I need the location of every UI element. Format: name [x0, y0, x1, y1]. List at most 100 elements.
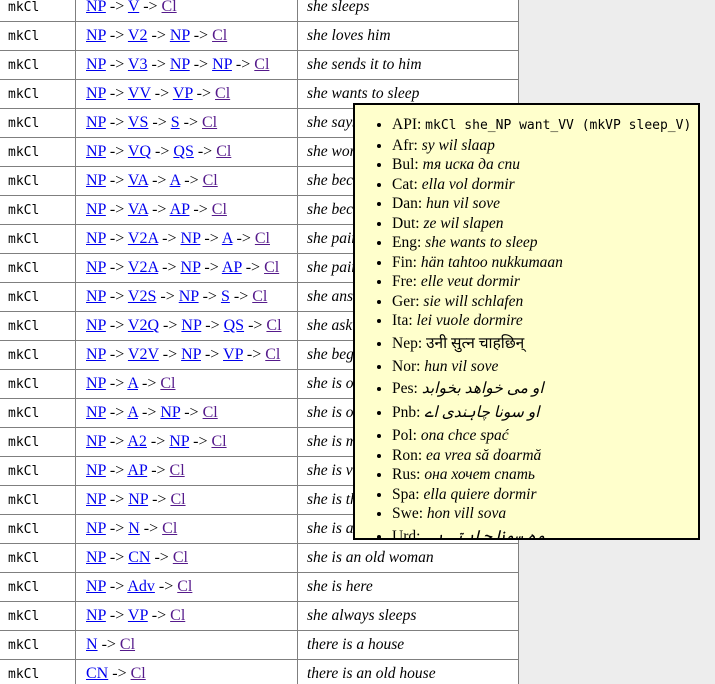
category-link-np[interactable]: NP — [169, 433, 189, 450]
arrow-separator: -> — [243, 346, 265, 363]
example-text[interactable]: she loves him — [298, 22, 519, 51]
category-link-cl[interactable]: Cl — [212, 27, 227, 44]
category-link-cl[interactable]: Cl — [162, 520, 177, 537]
category-link-cl[interactable]: Cl — [215, 85, 230, 102]
category-link-cl[interactable]: Cl — [162, 0, 177, 15]
category-link-v2v[interactable]: V2V — [128, 346, 159, 363]
category-link-cl[interactable]: Cl — [170, 491, 185, 508]
category-link-np[interactable]: NP — [181, 259, 201, 276]
category-link-qs[interactable]: QS — [224, 317, 244, 334]
category-link-cn[interactable]: CN — [86, 665, 108, 682]
category-link-np[interactable]: NP — [86, 201, 106, 218]
example-text[interactable]: there is a house — [298, 631, 519, 660]
category-link-np[interactable]: NP — [86, 288, 106, 305]
category-link-vs[interactable]: VS — [128, 114, 148, 131]
category-link-np[interactable]: NP — [181, 346, 201, 363]
category-link-np[interactable]: NP — [86, 520, 106, 537]
category-link-n[interactable]: N — [128, 520, 140, 537]
category-link-v3[interactable]: V3 — [128, 56, 148, 73]
category-link-np[interactable]: NP — [181, 317, 201, 334]
category-link-cl[interactable]: Cl — [170, 462, 185, 479]
category-link-np[interactable]: NP — [86, 56, 106, 73]
category-link-cl[interactable]: Cl — [216, 143, 231, 160]
category-link-vp[interactable]: VP — [223, 346, 243, 363]
category-link-np[interactable]: NP — [86, 607, 106, 624]
category-link-vv[interactable]: VV — [128, 85, 151, 102]
category-link-cl[interactable]: Cl — [264, 259, 279, 276]
category-link-cn[interactable]: CN — [128, 549, 150, 566]
example-text[interactable]: she is here — [298, 573, 519, 602]
category-link-np[interactable]: NP — [86, 259, 106, 276]
category-link-np[interactable]: NP — [86, 317, 106, 334]
category-link-cl[interactable]: Cl — [203, 172, 218, 189]
example-text[interactable]: she is an old woman — [298, 544, 519, 573]
category-link-v[interactable]: V — [128, 0, 139, 15]
category-link-ap[interactable]: AP — [222, 259, 242, 276]
category-link-v2[interactable]: V2 — [128, 27, 148, 44]
category-link-np[interactable]: NP — [86, 433, 106, 450]
category-link-cl[interactable]: Cl — [265, 346, 280, 363]
category-link-np[interactable]: NP — [86, 404, 106, 421]
category-link-np[interactable]: NP — [212, 56, 232, 73]
example-text[interactable]: there is an old house — [298, 660, 519, 684]
category-link-cl[interactable]: Cl — [160, 375, 175, 392]
category-link-cl[interactable]: Cl — [177, 578, 192, 595]
category-link-cl[interactable]: Cl — [173, 549, 188, 566]
category-link-cl[interactable]: Cl — [254, 56, 269, 73]
category-link-a[interactable]: A — [222, 230, 233, 247]
category-link-np[interactable]: NP — [86, 172, 106, 189]
category-link-cl[interactable]: Cl — [255, 230, 270, 247]
category-link-ap[interactable]: AP — [127, 462, 147, 479]
category-link-qs[interactable]: QS — [173, 143, 193, 160]
category-link-np[interactable]: NP — [86, 578, 106, 595]
category-link-np[interactable]: NP — [160, 404, 180, 421]
category-link-a[interactable]: A — [170, 172, 181, 189]
category-link-v2q[interactable]: V2Q — [128, 317, 159, 334]
category-link-np[interactable]: NP — [181, 230, 201, 247]
category-link-cl[interactable]: Cl — [202, 114, 217, 131]
example-text[interactable]: she sends it to him — [298, 51, 519, 80]
example-text[interactable]: she always sleeps — [298, 602, 519, 631]
example-text[interactable]: she sleeps — [298, 0, 519, 22]
category-link-np[interactable]: NP — [86, 549, 106, 566]
category-link-np[interactable]: NP — [86, 375, 106, 392]
category-link-a[interactable]: A — [127, 375, 138, 392]
category-link-np[interactable]: NP — [86, 85, 106, 102]
category-link-cl[interactable]: Cl — [203, 404, 218, 421]
category-link-np[interactable]: NP — [170, 27, 190, 44]
category-link-va[interactable]: VA — [128, 172, 148, 189]
category-link-np[interactable]: NP — [179, 288, 199, 305]
category-link-a2[interactable]: A2 — [127, 433, 147, 450]
category-link-s[interactable]: S — [171, 114, 180, 131]
category-link-s[interactable]: S — [221, 288, 230, 305]
category-link-a[interactable]: A — [127, 404, 138, 421]
category-link-np[interactable]: NP — [86, 491, 106, 508]
type-signature: NP -> CN -> Cl — [76, 544, 298, 573]
category-link-vq[interactable]: VQ — [128, 143, 151, 160]
category-link-v2a[interactable]: V2A — [128, 259, 158, 276]
category-link-cl[interactable]: Cl — [212, 201, 227, 218]
category-link-v2s[interactable]: V2S — [128, 288, 156, 305]
category-link-va[interactable]: VA — [128, 201, 148, 218]
category-link-cl[interactable]: Cl — [131, 665, 146, 682]
category-link-np[interactable]: NP — [86, 0, 106, 15]
category-link-np[interactable]: NP — [170, 56, 190, 73]
category-link-np[interactable]: NP — [86, 114, 106, 131]
category-link-cl[interactable]: Cl — [170, 607, 185, 624]
category-link-v2a[interactable]: V2A — [128, 230, 158, 247]
category-link-n[interactable]: N — [86, 636, 98, 653]
category-link-ap[interactable]: AP — [170, 201, 190, 218]
category-link-vp[interactable]: VP — [173, 85, 193, 102]
category-link-np[interactable]: NP — [86, 346, 106, 363]
category-link-np[interactable]: NP — [128, 491, 148, 508]
category-link-np[interactable]: NP — [86, 27, 106, 44]
category-link-np[interactable]: NP — [86, 230, 106, 247]
category-link-np[interactable]: NP — [86, 143, 106, 160]
category-link-np[interactable]: NP — [86, 462, 106, 479]
category-link-adv[interactable]: Adv — [127, 578, 155, 595]
category-link-cl[interactable]: Cl — [266, 317, 281, 334]
category-link-cl[interactable]: Cl — [120, 636, 135, 653]
category-link-vp[interactable]: VP — [128, 607, 148, 624]
category-link-cl[interactable]: Cl — [252, 288, 267, 305]
category-link-cl[interactable]: Cl — [211, 433, 226, 450]
